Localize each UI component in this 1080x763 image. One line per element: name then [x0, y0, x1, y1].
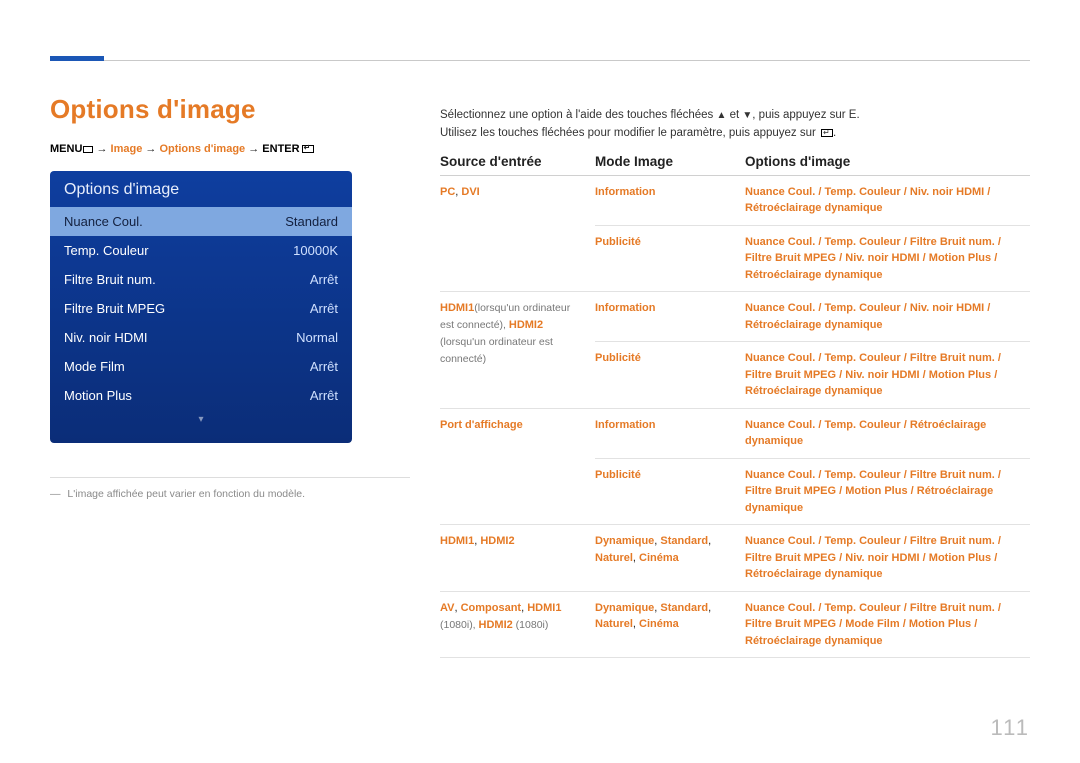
- cell-mode: Information: [595, 292, 745, 342]
- bc-arrow: →: [248, 143, 262, 155]
- osd-row-value: Standard: [285, 214, 338, 229]
- intro-l2b: .: [833, 127, 836, 139]
- osd-row[interactable]: Filtre Bruit num. Arrêt: [50, 265, 352, 294]
- osd-row-value: Normal: [296, 330, 338, 345]
- cell-mode: Dynamique, Standard, Naturel, Cinéma: [595, 525, 745, 592]
- intro-l2a: Utilisez les touches fléchées pour modif…: [440, 127, 819, 139]
- osd-row[interactable]: Temp. Couleur 10000K: [50, 236, 352, 265]
- th-options: Options d'image: [745, 154, 1030, 176]
- intro-l1b: et: [726, 109, 742, 121]
- footnote: ― L'image affichée peut varier en foncti…: [50, 488, 410, 500]
- bc-options: Options d'image: [159, 143, 245, 155]
- osd-row-label: Mode Film: [64, 359, 125, 374]
- separator: [50, 477, 410, 478]
- page-number: 111: [991, 715, 1030, 741]
- cell-source: HDMI1(lorsqu'un ordinateur est connecté)…: [440, 292, 595, 409]
- bc-arrow: →: [96, 143, 110, 155]
- options-table: Source d'entrée Mode Image Options d'ima…: [440, 154, 1030, 659]
- osd-row[interactable]: Filtre Bruit MPEG Arrêt: [50, 294, 352, 323]
- table-row: HDMI1(lorsqu'un ordinateur est connecté)…: [440, 292, 1030, 342]
- th-mode: Mode Image: [595, 154, 745, 176]
- cell-mode: Publicité: [595, 342, 745, 409]
- cell-mode: Information: [595, 176, 745, 226]
- cell-options: Nuance Coul. / Temp. Couleur / Filtre Br…: [745, 592, 1030, 659]
- intro-text: Sélectionnez une option à l'aide des tou…: [440, 106, 1030, 143]
- osd-row[interactable]: Nuance Coul. Standard: [50, 207, 352, 236]
- osd-row-label: Filtre Bruit num.: [64, 272, 156, 287]
- menu-icon: [83, 146, 93, 153]
- table-row: PC, DVIInformationNuance Coul. / Temp. C…: [440, 176, 1030, 226]
- osd-row[interactable]: Mode Film Arrêt: [50, 352, 352, 381]
- up-triangle-icon: ▲: [716, 110, 726, 121]
- table-row: HDMI1, HDMI2Dynamique, Standard, Naturel…: [440, 525, 1030, 592]
- cell-options: Nuance Coul. / Temp. Couleur / Filtre Br…: [745, 342, 1030, 409]
- osd-panel: Options d'image Nuance Coul. Standard Temp…: [50, 171, 352, 443]
- footnote-dash: ―: [50, 488, 61, 500]
- cell-mode: Publicité: [595, 226, 745, 293]
- osd-row-label: Motion Plus: [64, 388, 132, 403]
- enter-icon: [302, 145, 314, 153]
- osd-panel-title: Options d'image: [50, 171, 352, 207]
- bc-enter: ENTER: [262, 143, 299, 155]
- osd-row-value: Arrêt: [310, 388, 338, 403]
- cell-mode: Publicité: [595, 459, 745, 526]
- scroll-down-icon: ▾: [50, 410, 352, 425]
- bc-image: Image: [111, 143, 143, 155]
- intro-l1c: , puis appuyez sur E.: [752, 109, 859, 121]
- cell-mode: Dynamique, Standard, Naturel, Cinéma: [595, 592, 745, 659]
- osd-panel-rows: Nuance Coul. Standard Temp. Couleur 10000K F…: [50, 207, 352, 410]
- cell-options: Nuance Coul. / Temp. Couleur / Filtre Br…: [745, 525, 1030, 592]
- osd-row[interactable]: Motion Plus Arrêt: [50, 381, 352, 410]
- cell-options: Nuance Coul. / Temp. Couleur / Niv. noir…: [745, 176, 1030, 226]
- cell-options: Nuance Coul. / Temp. Couleur / Filtre Br…: [745, 226, 1030, 293]
- cell-options: Nuance Coul. / Temp. Couleur / Niv. noir…: [745, 292, 1030, 342]
- th-source: Source d'entrée: [440, 154, 595, 176]
- osd-row-label: Temp. Couleur: [64, 243, 149, 258]
- intro-l1a: Sélectionnez une option à l'aide des tou…: [440, 109, 716, 121]
- osd-row-value: Arrêt: [310, 359, 338, 374]
- cell-options: Nuance Coul. / Temp. Couleur / Filtre Br…: [745, 459, 1030, 526]
- down-triangle-icon: ▼: [742, 110, 752, 121]
- osd-row-label: Nuance Coul.: [64, 214, 143, 229]
- osd-row-label: Filtre Bruit MPEG: [64, 301, 165, 316]
- page-top-rule: [50, 60, 1030, 61]
- table-row: AV, Composant, HDMI1 (1080i), HDMI2 (108…: [440, 592, 1030, 659]
- cell-source: PC, DVI: [440, 176, 595, 293]
- table-row: Port d'affichageInformationNuance Coul. …: [440, 409, 1030, 459]
- bc-menu: MENU: [50, 143, 82, 155]
- cell-options: Nuance Coul. / Temp. Couleur / Rétroécla…: [745, 409, 1030, 459]
- enter-icon: [821, 129, 833, 137]
- breadcrumb: MENU → Image → Options d'image → ENTER: [50, 143, 410, 155]
- footnote-text: L'image affichée peut varier en fonction…: [67, 488, 305, 500]
- osd-row-value: 10000K: [293, 243, 338, 258]
- cell-source: HDMI1, HDMI2: [440, 525, 595, 592]
- cell-mode: Information: [595, 409, 745, 459]
- osd-row-value: Arrêt: [310, 272, 338, 287]
- page-title: Options d'image: [50, 94, 410, 125]
- osd-row[interactable]: Niv. noir HDMI Normal: [50, 323, 352, 352]
- osd-row-label: Niv. noir HDMI: [64, 330, 148, 345]
- cell-source: Port d'affichage: [440, 409, 595, 526]
- bc-arrow: →: [145, 143, 159, 155]
- cell-source: AV, Composant, HDMI1 (1080i), HDMI2 (108…: [440, 592, 595, 659]
- osd-row-value: Arrêt: [310, 301, 338, 316]
